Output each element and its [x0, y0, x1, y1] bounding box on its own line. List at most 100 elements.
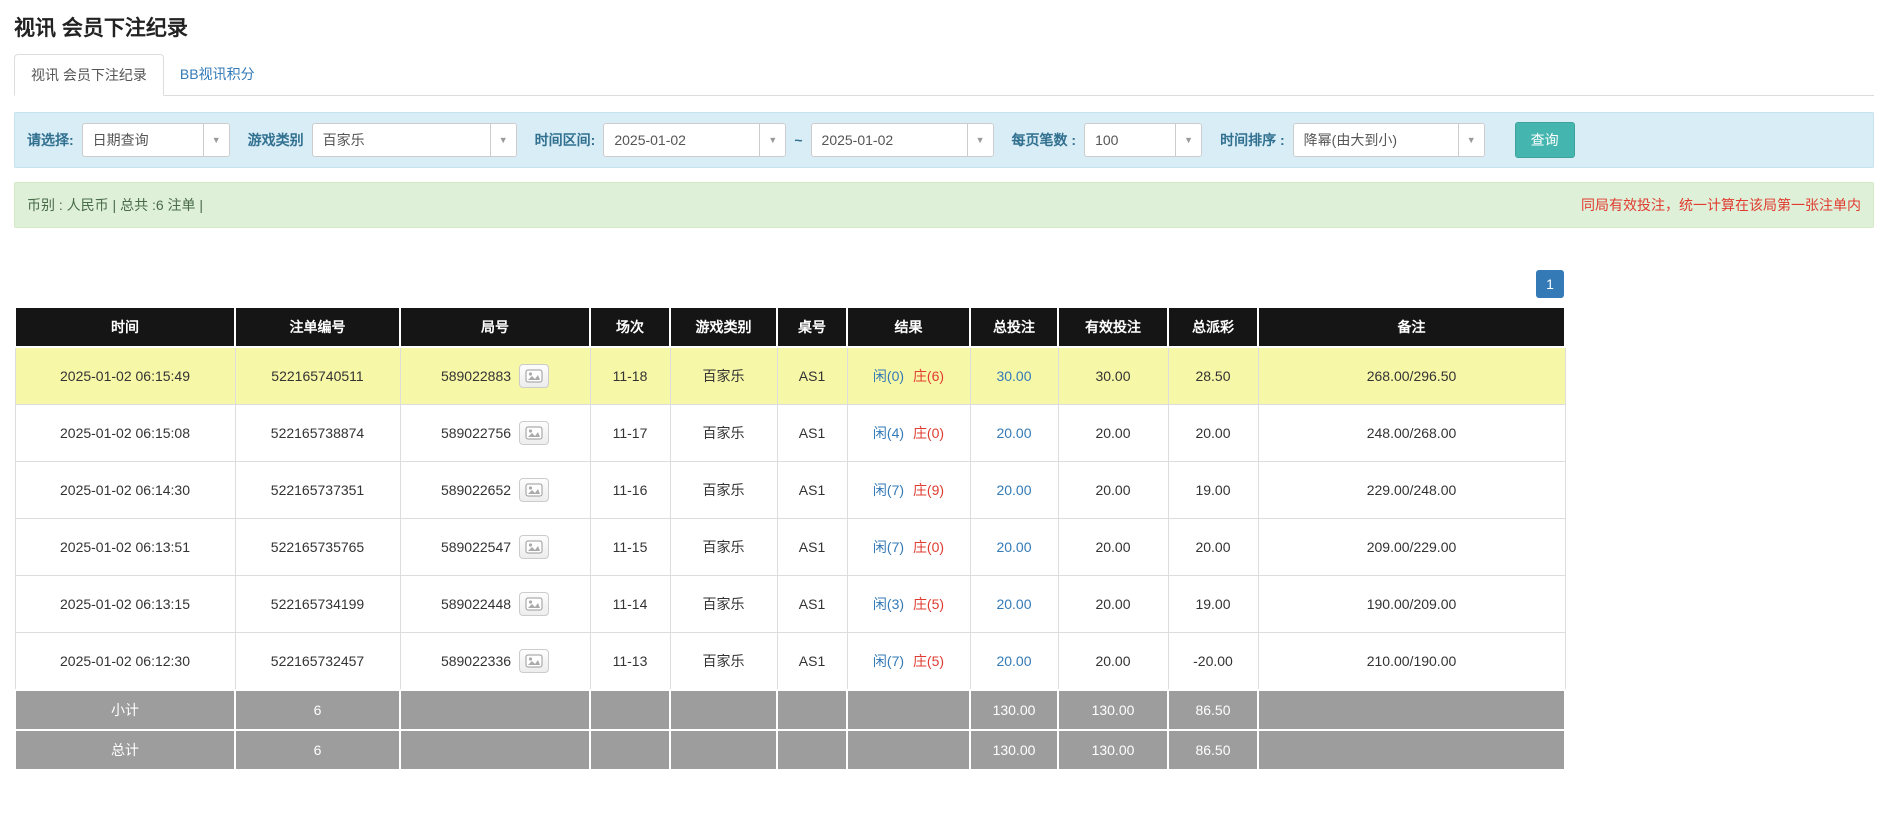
game-type-value: 百家乐 — [313, 124, 490, 156]
cell-total-bet: 20.00 — [970, 405, 1058, 462]
table-row: 2025-01-02 06:15:49 522165740511 5890228… — [15, 347, 1565, 405]
header-payout: 总派彩 — [1168, 307, 1258, 347]
header-result: 结果 — [847, 307, 970, 347]
table-row: 2025-01-02 06:13:51 522165735765 5890225… — [15, 519, 1565, 576]
cell-note: 248.00/268.00 — [1258, 405, 1565, 462]
replay-video-icon[interactable] — [519, 421, 549, 445]
total-total-bet: 130.00 — [970, 730, 1058, 770]
replay-video-icon[interactable] — [519, 535, 549, 559]
round-id-value: 589022883 — [441, 368, 511, 384]
replay-video-icon[interactable] — [519, 592, 549, 616]
total-bet-link[interactable]: 20.00 — [996, 482, 1031, 498]
result-player: 闲(4) — [873, 425, 904, 441]
cell-table-no: AS1 — [777, 405, 847, 462]
cell-payout: 19.00 — [1168, 462, 1258, 519]
round-id-value: 589022756 — [441, 425, 511, 441]
cell-total-bet: 20.00 — [970, 519, 1058, 576]
result-player: 闲(7) — [873, 653, 904, 669]
tab-bar: 视讯 会员下注纪录 BB视讯积分 — [14, 54, 1874, 96]
cell-valid-bet: 20.00 — [1058, 462, 1168, 519]
filter-bar: 请选择: 日期查询 ▼ 游戏类别 百家乐 ▼ 时间区间: 2025-01-02 … — [14, 112, 1874, 168]
cell-round-id: 589022448 — [400, 576, 590, 633]
total-bet-link[interactable]: 30.00 — [996, 368, 1031, 384]
cell-note: 209.00/229.00 — [1258, 519, 1565, 576]
cell-result: 闲(7) 庄(5) — [847, 633, 970, 691]
header-valid-bet: 有效投注 — [1058, 307, 1168, 347]
cell-bet-id: 522165738874 — [235, 405, 400, 462]
table-row: 2025-01-02 06:15:08 522165738874 5890227… — [15, 405, 1565, 462]
sort-order-dropdown[interactable]: 降幂(由大到小) ▼ — [1293, 123, 1485, 157]
chevron-down-icon: ▼ — [967, 124, 993, 156]
chevron-down-icon: ▼ — [1175, 124, 1201, 156]
cell-total-bet: 20.00 — [970, 462, 1058, 519]
cell-game-type: 百家乐 — [670, 347, 777, 405]
pagination-page-1[interactable]: 1 — [1536, 270, 1564, 298]
result-player: 闲(0) — [873, 368, 904, 384]
cell-time: 2025-01-02 06:13:15 — [15, 576, 235, 633]
subtotal-row: 小计 6 130.00 130.00 86.50 — [15, 690, 1565, 730]
same-round-notice-text: 同局有效投注，统一计算在该局第一张注单内 — [1581, 195, 1861, 215]
summary-bar: 币别 : 人民币 | 总共 :6 注单 | 同局有效投注，统一计算在该局第一张注… — [14, 182, 1874, 228]
cell-game-type: 百家乐 — [670, 576, 777, 633]
cell-table-no: AS1 — [777, 519, 847, 576]
cell-result: 闲(3) 庄(5) — [847, 576, 970, 633]
cell-valid-bet: 20.00 — [1058, 633, 1168, 691]
cell-session: 11-18 — [590, 347, 670, 405]
cell-note: 229.00/248.00 — [1258, 462, 1565, 519]
cell-note: 210.00/190.00 — [1258, 633, 1565, 691]
cell-time: 2025-01-02 06:13:51 — [15, 519, 235, 576]
cell-payout: 20.00 — [1168, 405, 1258, 462]
subtotal-label: 小计 — [15, 690, 235, 730]
cell-result: 闲(7) 庄(0) — [847, 519, 970, 576]
replay-video-icon[interactable] — [519, 649, 549, 673]
tab-betting-records[interactable]: 视讯 会员下注纪录 — [14, 54, 164, 96]
range-separator: ~ — [794, 132, 802, 148]
cell-result: 闲(7) 庄(9) — [847, 462, 970, 519]
cell-session: 11-13 — [590, 633, 670, 691]
header-total-bet: 总投注 — [970, 307, 1058, 347]
cell-valid-bet: 20.00 — [1058, 519, 1168, 576]
table-row: 2025-01-02 06:12:30 522165732457 5890223… — [15, 633, 1565, 691]
total-bet-link[interactable]: 20.00 — [996, 653, 1031, 669]
cell-total-bet: 20.00 — [970, 633, 1058, 691]
replay-video-icon[interactable] — [519, 364, 549, 388]
betting-records-table: 时间 注单编号 局号 场次 游戏类别 桌号 结果 总投注 有效投注 总派彩 备注… — [14, 306, 1566, 771]
result-player: 闲(3) — [873, 596, 904, 612]
page-title: 视讯 会员下注纪录 — [14, 8, 1874, 52]
total-row: 总计 6 130.00 130.00 86.50 — [15, 730, 1565, 770]
cell-note: 268.00/296.50 — [1258, 347, 1565, 405]
game-type-dropdown[interactable]: 百家乐 ▼ — [312, 123, 517, 157]
cell-session: 11-16 — [590, 462, 670, 519]
cell-round-id: 589022652 — [400, 462, 590, 519]
cell-bet-id: 522165734199 — [235, 576, 400, 633]
table-header-row: 时间 注单编号 局号 场次 游戏类别 桌号 结果 总投注 有效投注 总派彩 备注 — [15, 307, 1565, 347]
pagination: 1 — [14, 270, 1564, 298]
cell-bet-id: 522165735765 — [235, 519, 400, 576]
page-size-dropdown[interactable]: 100 ▼ — [1084, 123, 1202, 157]
tab-bb-video-points[interactable]: BB视讯积分 — [164, 54, 271, 95]
cell-round-id: 589022756 — [400, 405, 590, 462]
cell-table-no: AS1 — [777, 347, 847, 405]
cell-payout: -20.00 — [1168, 633, 1258, 691]
cell-table-no: AS1 — [777, 462, 847, 519]
total-bet-link[interactable]: 20.00 — [996, 596, 1031, 612]
replay-video-icon[interactable] — [519, 478, 549, 502]
cell-round-id: 589022547 — [400, 519, 590, 576]
header-table-no: 桌号 — [777, 307, 847, 347]
search-button[interactable]: 查询 — [1515, 122, 1575, 158]
cell-result: 闲(0) 庄(6) — [847, 347, 970, 405]
cell-valid-bet: 20.00 — [1058, 405, 1168, 462]
date-from-dropdown[interactable]: 2025-01-02 ▼ — [603, 123, 786, 157]
total-bet-link[interactable]: 20.00 — [996, 425, 1031, 441]
date-to-dropdown[interactable]: 2025-01-02 ▼ — [811, 123, 994, 157]
query-type-dropdown[interactable]: 日期查询 ▼ — [82, 123, 230, 157]
subtotal-count: 6 — [235, 690, 400, 730]
chevron-down-icon: ▼ — [203, 124, 229, 156]
cell-table-no: AS1 — [777, 576, 847, 633]
total-bet-link[interactable]: 20.00 — [996, 539, 1031, 555]
subtotal-valid-bet: 130.00 — [1058, 690, 1168, 730]
round-id-value: 589022448 — [441, 596, 511, 612]
result-banker: 庄(6) — [913, 368, 944, 384]
cell-bet-id: 522165732457 — [235, 633, 400, 691]
header-game-type: 游戏类别 — [670, 307, 777, 347]
